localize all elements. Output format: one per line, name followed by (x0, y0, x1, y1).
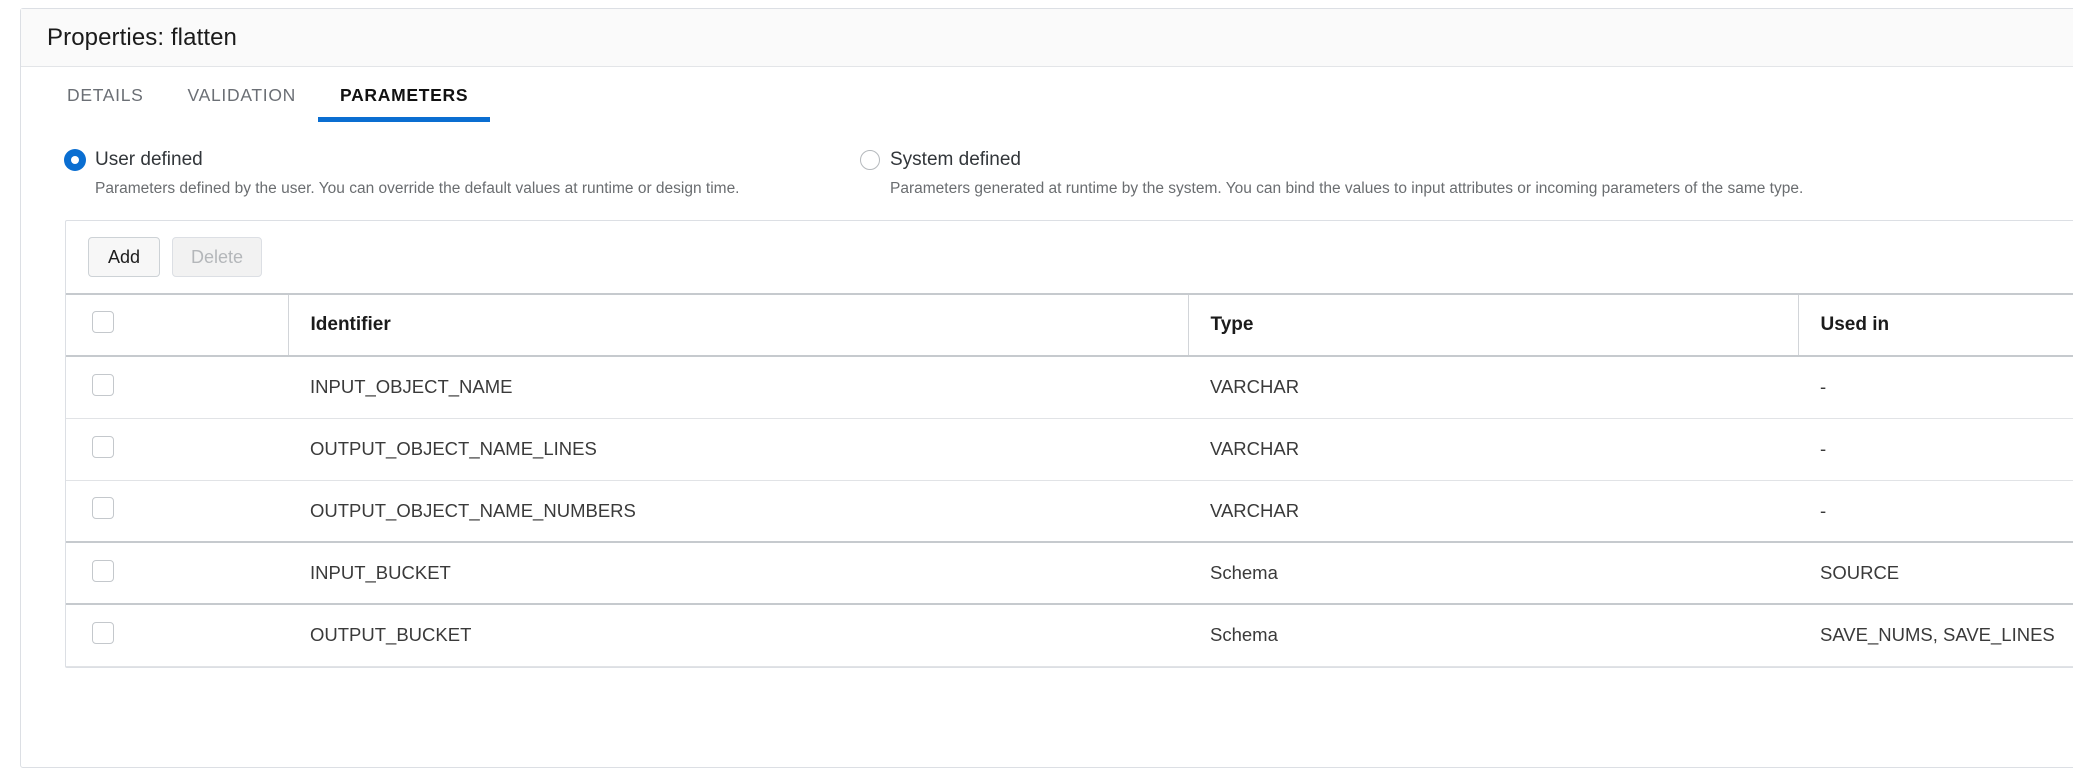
select-all-checkbox[interactable] (92, 311, 114, 333)
cell-type: VARCHAR (1188, 418, 1798, 481)
row-select-cell (66, 418, 288, 481)
cell-identifier: OUTPUT_BUCKET (288, 604, 1188, 667)
cell-used-in: SOURCE (1798, 542, 2073, 605)
cell-used-in: - (1798, 480, 2073, 543)
row-select-cell (66, 480, 288, 543)
parameters-toolbar: Add Delete (66, 221, 2073, 293)
radio-option-user-defined[interactable]: User defined Parameters defined by the u… (65, 149, 860, 198)
row-select-cell (66, 542, 288, 605)
parameters-panel: Add Delete Identifier Type Used in INPUT… (65, 220, 2073, 668)
table-row[interactable]: OUTPUT_BUCKET Schema SAVE_NUMS, SAVE_LIN… (66, 604, 2073, 667)
parameters-table: Identifier Type Used in INPUT_OBJECT_NAM… (66, 293, 2073, 667)
tab-parameters[interactable]: PARAMETERS (318, 79, 491, 122)
column-header-used-in[interactable]: Used in (1797, 293, 2073, 357)
column-header-type[interactable]: Type (1187, 293, 1798, 357)
cell-identifier: OUTPUT_OBJECT_NAME_LINES (288, 418, 1188, 481)
parameter-scope-radio-group: User defined Parameters defined by the u… (21, 123, 2073, 198)
page-title: Properties: flatten (47, 23, 237, 51)
row-checkbox[interactable] (92, 621, 114, 644)
tab-parameters-label: PARAMETERS (340, 85, 469, 105)
cell-type: Schema (1188, 604, 1798, 667)
cell-identifier: INPUT_BUCKET (288, 542, 1188, 605)
cell-type: VARCHAR (1188, 480, 1798, 543)
radio-option-system-defined[interactable]: System defined Parameters generated at r… (860, 149, 1803, 198)
table-row[interactable]: OUTPUT_OBJECT_NAME_NUMBERS VARCHAR - (66, 480, 2073, 543)
tab-active-underline (318, 117, 491, 122)
dialog-header: Properties: flatten (21, 9, 2073, 67)
tab-details-label: DETAILS (67, 85, 144, 105)
row-select-cell (66, 604, 288, 667)
cell-type: Schema (1188, 542, 1798, 605)
table-header-row: Identifier Type Used in (66, 293, 2073, 357)
table-header: Identifier Type Used in (66, 293, 2073, 357)
column-header-identifier[interactable]: Identifier (287, 293, 1188, 357)
tab-validation[interactable]: VALIDATION (166, 79, 318, 122)
cell-type: VARCHAR (1188, 356, 1798, 419)
radio-system-defined-description: Parameters generated at runtime by the s… (890, 180, 1804, 197)
table-row[interactable]: INPUT_BUCKET Schema SOURCE (66, 542, 2073, 605)
row-checkbox[interactable] (92, 559, 114, 582)
cell-used-in: - (1798, 418, 2073, 481)
radio-user-defined-description: Parameters defined by the user. You can … (95, 180, 740, 197)
table-row[interactable]: INPUT_OBJECT_NAME VARCHAR - (66, 356, 2073, 419)
properties-dialog: Properties: flatten DETAILS VALIDATION P… (20, 8, 2073, 768)
table-row[interactable]: OUTPUT_OBJECT_NAME_LINES VARCHAR - (66, 418, 2073, 481)
radio-user-defined-input[interactable] (65, 150, 85, 170)
row-checkbox[interactable] (92, 373, 114, 396)
row-checkbox[interactable] (92, 435, 114, 458)
tab-validation-label: VALIDATION (187, 85, 297, 105)
tab-details[interactable]: DETAILS (45, 79, 166, 122)
row-select-cell (66, 356, 288, 419)
add-button[interactable]: Add (88, 237, 160, 277)
cell-used-in: - (1798, 356, 2073, 419)
delete-button: Delete (172, 237, 263, 277)
radio-system-defined-label: System defined (890, 149, 1021, 170)
select-all-header (66, 293, 288, 357)
cell-identifier: INPUT_OBJECT_NAME (288, 356, 1188, 419)
radio-user-defined-label: User defined (95, 149, 203, 170)
cell-identifier: OUTPUT_OBJECT_NAME_NUMBERS (288, 480, 1188, 543)
row-checkbox[interactable] (92, 497, 114, 520)
cell-used-in: SAVE_NUMS, SAVE_LINES (1798, 604, 2073, 667)
tab-bar: DETAILS VALIDATION PARAMETERS (21, 67, 2073, 123)
table-body: INPUT_OBJECT_NAME VARCHAR - OUTPUT_OBJEC… (66, 356, 2073, 667)
radio-system-defined-input[interactable] (860, 150, 880, 170)
